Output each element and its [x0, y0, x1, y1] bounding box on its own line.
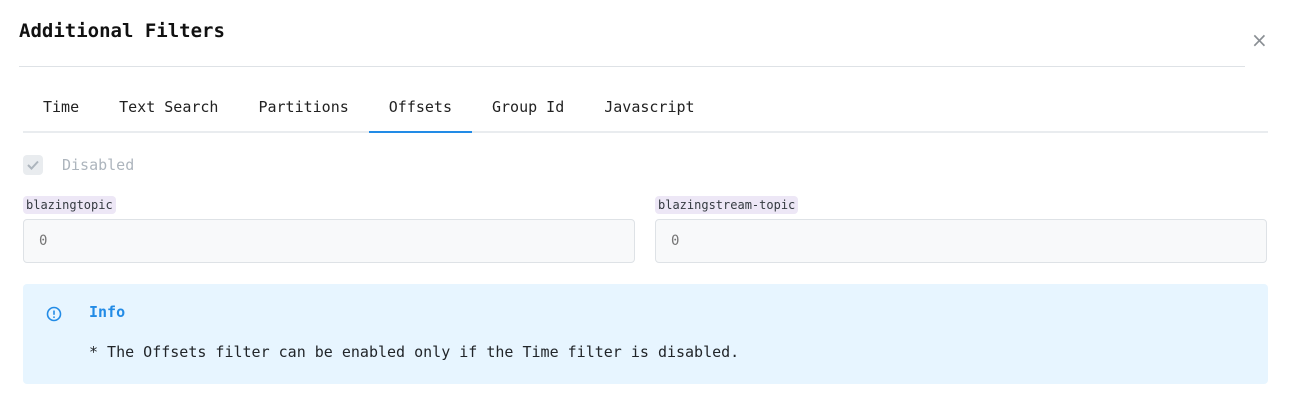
- check-icon: [27, 160, 39, 170]
- offset-input-blazingtopic[interactable]: [23, 219, 635, 263]
- tab-partitions[interactable]: Partitions: [238, 94, 368, 131]
- topic-badge: blazingstream-topic: [655, 196, 799, 214]
- tab-group-id[interactable]: Group Id: [472, 94, 584, 131]
- title-divider: [19, 66, 1245, 67]
- tab-text-search[interactable]: Text Search: [99, 94, 238, 131]
- info-circle-icon: [46, 306, 62, 322]
- disabled-checkbox-row: Disabled: [23, 155, 134, 175]
- disabled-label: Disabled: [62, 156, 135, 174]
- dialog-title: Additional Filters: [19, 20, 225, 42]
- close-icon[interactable]: ×: [1251, 30, 1268, 50]
- info-alert: Info * The Offsets filter can be enabled…: [23, 284, 1268, 384]
- tab-time[interactable]: Time: [23, 94, 99, 131]
- filter-tabs: Time Text Search Partitions Offsets Grou…: [23, 94, 1268, 133]
- tab-javascript[interactable]: Javascript: [584, 94, 714, 131]
- info-message: * The Offsets filter can be enabled only…: [89, 343, 740, 361]
- info-title: Info: [89, 303, 126, 321]
- tab-offsets[interactable]: Offsets: [368, 94, 473, 133]
- disabled-checkbox[interactable]: [23, 155, 43, 175]
- offset-input-blazingstream-topic[interactable]: [655, 219, 1267, 263]
- topic-badge: blazingtopic: [23, 196, 116, 214]
